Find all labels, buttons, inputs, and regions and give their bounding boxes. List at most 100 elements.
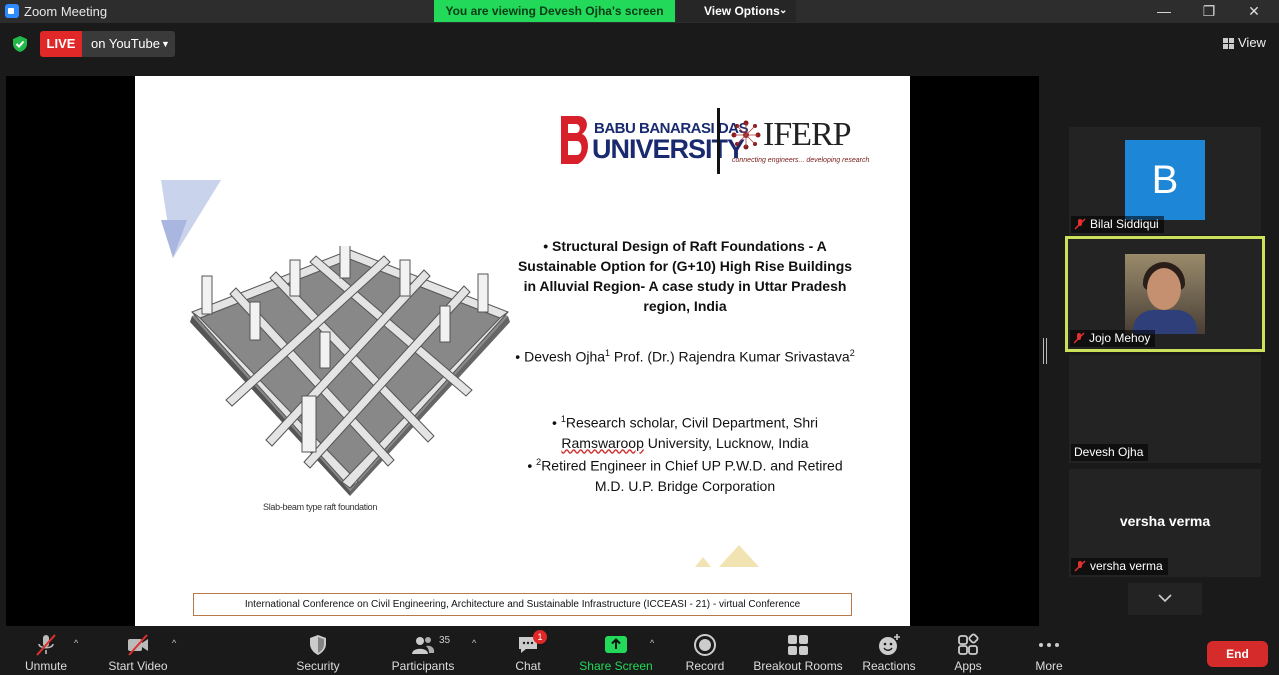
more-button[interactable]: More	[1026, 627, 1072, 675]
mic-muted-icon	[1074, 218, 1086, 230]
view-options-button[interactable]: View Options ⌄	[676, 0, 796, 22]
decorative-gold-triangles	[695, 545, 759, 567]
aff1-text-b: University, Lucknow, India	[643, 434, 809, 451]
share-screen-button[interactable]: Share Screen	[578, 627, 654, 675]
window-title: Zoom Meeting	[24, 4, 108, 19]
unmute-label: Unmute	[24, 659, 68, 673]
avatar: B	[1125, 140, 1205, 220]
apps-button[interactable]: Apps	[944, 627, 992, 675]
raft-image-caption: Slab-beam type raft foundation	[263, 502, 378, 512]
maximize-button[interactable]: ❐	[1187, 0, 1231, 22]
audio-options-caret-icon[interactable]: ^	[74, 638, 78, 648]
participant-tile-jojo[interactable]: Jojo Mehoy	[1065, 236, 1265, 352]
start-video-label: Start Video	[108, 659, 168, 673]
bbd-university-logo: BABU BANARASI DAS UNIVERSITY	[558, 112, 749, 172]
chat-label: Chat	[515, 659, 541, 673]
slide-affiliation-1: • 1Research scholar, Civil Department, S…	[515, 409, 855, 453]
iferp-network-icon	[731, 120, 761, 150]
author-2-sup: 2	[849, 348, 855, 358]
author-2: Prof. (Dr.) Rajendra Kumar Srivastava	[610, 348, 850, 365]
participant-name-tag: Devesh Ojha	[1071, 444, 1149, 461]
aff2-text: Retired Engineer in Chief UP P.W.D. and …	[541, 457, 843, 494]
logo-divider	[717, 108, 720, 174]
panel-splitter-handle[interactable]	[1043, 338, 1047, 364]
bbd-logo-mark-icon	[561, 116, 588, 164]
more-icon	[1039, 643, 1059, 647]
aff2-bullet: •	[527, 457, 537, 474]
start-video-button[interactable]: Start Video	[105, 627, 171, 675]
viewing-banner: You are viewing Devesh Ojha's screen	[434, 0, 675, 22]
record-label: Record	[685, 659, 725, 673]
participant-name: versha verma	[1090, 559, 1163, 573]
participant-name-tag: Jojo Mehoy	[1070, 330, 1156, 347]
shared-screen: BABU BANARASI DAS UNIVERSITY IFERP conne…	[6, 76, 1039, 626]
record-icon	[694, 634, 716, 656]
minimize-button[interactable]: —	[1142, 0, 1186, 22]
mic-muted-icon	[1074, 560, 1086, 572]
view-button[interactable]: View	[1218, 33, 1270, 53]
live-destination-dropdown[interactable]: on YouTube ▼	[82, 31, 175, 57]
participants-icon	[412, 637, 435, 654]
chevron-down-icon	[1158, 594, 1172, 603]
participant-tile-devesh[interactable]: Devesh Ojha	[1069, 355, 1261, 463]
participants-scroll-down-button[interactable]	[1128, 583, 1202, 615]
aff1-text-a: Research scholar, Civil Department, Shri	[565, 414, 818, 431]
participant-name-tag: versha verma	[1071, 558, 1168, 575]
more-label: More	[1035, 659, 1063, 673]
participant-tile-versha[interactable]: versha verma versha verma	[1069, 469, 1261, 577]
participant-name: Bilal Siddiqui	[1090, 217, 1159, 231]
security-button[interactable]: Security	[290, 627, 346, 675]
close-button[interactable]: ✕	[1232, 0, 1276, 22]
slide-authors: • Devesh Ojha1 Prof. (Dr.) Rajendra Kuma…	[515, 343, 855, 367]
live-destination-label: on YouTube	[91, 36, 160, 51]
meeting-toolbar: Unmute ^ Start Video ^ Security Particip…	[0, 627, 1279, 675]
participants-count: 35	[439, 635, 451, 646]
raft-foundation-image	[190, 246, 510, 496]
live-badge[interactable]: LIVE	[40, 31, 82, 57]
unmute-button[interactable]: Unmute	[16, 627, 76, 675]
participants-label: Participants	[391, 659, 455, 673]
shield-check-icon[interactable]	[12, 35, 28, 53]
grid-view-icon	[1223, 38, 1234, 49]
participant-video	[1125, 254, 1205, 334]
bbd-logo-line2: UNIVERSITY	[592, 134, 745, 164]
slide-affiliation-2: • 2Retired Engineer in Chief UP P.W.D. a…	[515, 452, 855, 496]
breakout-rooms-label: Breakout Rooms	[753, 659, 843, 673]
apps-label: Apps	[954, 659, 982, 673]
mic-muted-icon	[36, 634, 56, 656]
reactions-button[interactable]: Reactions	[858, 627, 920, 675]
participants-caret-icon[interactable]: ^	[472, 638, 476, 648]
participant-name: Jojo Mehoy	[1089, 331, 1151, 345]
slide-footer: International Conference on Civil Engine…	[193, 593, 852, 616]
end-meeting-button[interactable]: End	[1207, 641, 1268, 667]
iferp-tagline: connecting engineers... developing resea…	[732, 157, 870, 164]
security-shield-icon	[310, 635, 326, 655]
participant-tile-bilal[interactable]: B Bilal Siddiqui	[1069, 127, 1261, 235]
chat-unread-badge: 1	[533, 630, 547, 644]
breakout-rooms-icon	[788, 635, 808, 655]
reactions-icon	[879, 634, 900, 655]
participant-name: Devesh Ojha	[1074, 445, 1144, 459]
caret-down-icon: ▼	[161, 39, 170, 49]
aff1-misspelled-word: Ramswaroop	[561, 434, 644, 451]
mic-muted-icon	[1073, 332, 1085, 344]
view-label: View	[1238, 35, 1266, 50]
share-options-caret-icon[interactable]: ^	[650, 638, 654, 648]
participant-name-tag: Bilal Siddiqui	[1071, 216, 1164, 233]
aff1-bullet: •	[552, 414, 561, 431]
video-options-caret-icon[interactable]: ^	[172, 638, 176, 648]
security-label: Security	[296, 659, 340, 673]
slide-title: • Structural Design of Raft Foundations …	[517, 238, 853, 314]
breakout-rooms-button[interactable]: Breakout Rooms	[752, 627, 844, 675]
reactions-label: Reactions	[862, 659, 916, 673]
apps-icon	[958, 633, 979, 655]
presentation-slide: BABU BANARASI DAS UNIVERSITY IFERP conne…	[135, 76, 910, 626]
share-screen-label: Share Screen	[579, 659, 653, 673]
author-1: • Devesh Ojha	[515, 348, 606, 365]
video-off-icon	[128, 634, 148, 656]
participant-display-name: versha verma	[1119, 513, 1211, 529]
share-screen-icon	[605, 636, 627, 653]
iferp-logo-text: IFERP	[763, 116, 852, 153]
chevron-down-icon: ⌄	[779, 5, 788, 16]
record-button[interactable]: Record	[682, 627, 728, 675]
